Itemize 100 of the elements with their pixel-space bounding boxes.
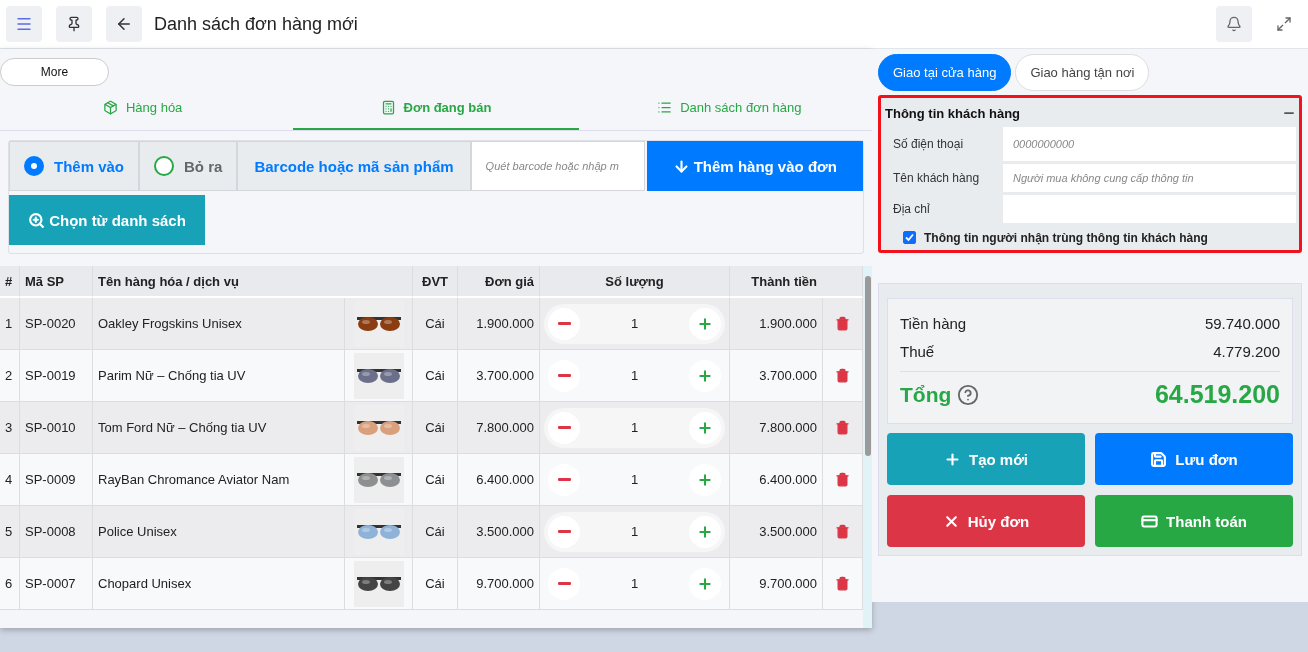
barcode-label: Barcode hoặc mã sản phẩm xyxy=(237,141,471,191)
delete-button[interactable] xyxy=(835,368,850,383)
table-cell: 1.900.000 xyxy=(458,298,540,350)
table-cell: RayBan Chromance Aviator Nam xyxy=(93,454,345,506)
plus-icon xyxy=(697,419,713,436)
column-header: Số lượng xyxy=(540,266,730,298)
tax-value: 4.779.200 xyxy=(1213,342,1280,360)
plus-icon xyxy=(697,523,713,540)
column-header: ĐVT xyxy=(413,266,458,298)
register-icon xyxy=(380,99,396,115)
increase-button[interactable] xyxy=(689,463,721,496)
delete-button[interactable] xyxy=(835,524,850,539)
table-cell: Police Unisex xyxy=(93,506,345,558)
trash-icon xyxy=(835,420,850,435)
table-cell: SP-0009 xyxy=(20,454,93,506)
minus-icon xyxy=(557,530,571,533)
table-cell: Tom Ford Nữ – Chống tia UV xyxy=(93,402,345,454)
quantity-value: 1 xyxy=(630,576,639,591)
menu-button[interactable] xyxy=(6,6,42,42)
table-cell: 5 xyxy=(0,506,20,558)
list-icon xyxy=(657,99,673,115)
delete-button[interactable] xyxy=(835,420,850,435)
table-cell: Cái xyxy=(413,350,458,402)
table-cell: 3.700.000 xyxy=(458,350,540,402)
action-button[interactable]: Tạo mới xyxy=(887,433,1085,485)
fullscreen-icon xyxy=(1276,16,1292,32)
pin-button[interactable] xyxy=(56,6,92,42)
quantity-value: 1 xyxy=(630,316,639,331)
plus-icon xyxy=(944,450,961,468)
table-cell: Chopard Unisex xyxy=(93,558,345,610)
checkbox[interactable] xyxy=(903,231,916,244)
checkbox-label: Thông tin người nhận trùng thông tin khách hàng xyxy=(924,230,1208,245)
decrease-button[interactable] xyxy=(548,515,580,548)
input-field[interactable]: Người mua không cung cấp thông tin xyxy=(1003,164,1296,192)
increase-button[interactable] xyxy=(689,515,721,548)
tax-label: Thuế xyxy=(900,342,935,360)
input-field[interactable]: 0000000000 xyxy=(1003,127,1296,161)
increase-button[interactable] xyxy=(689,567,721,600)
delete-button[interactable] xyxy=(835,472,850,487)
increase-button[interactable] xyxy=(689,359,721,392)
tab[interactable]: Đơn đang bán xyxy=(293,86,579,130)
table-cell: SP-0019 xyxy=(20,350,93,402)
trash-icon xyxy=(835,576,850,591)
action-button[interactable]: Thanh toán xyxy=(1095,495,1293,547)
delete-button[interactable] xyxy=(835,316,850,331)
trash-icon xyxy=(835,368,850,383)
arrow-down-icon xyxy=(672,157,690,175)
save-icon xyxy=(1150,450,1168,468)
minus-icon xyxy=(557,582,571,585)
table-cell: 3.500.000 xyxy=(730,506,823,558)
trash-icon xyxy=(835,472,850,487)
field-label: Địa chỉ xyxy=(892,202,931,216)
column-header: # xyxy=(0,266,20,298)
more-button[interactable]: More xyxy=(0,58,109,86)
decrease-button[interactable] xyxy=(548,463,580,496)
plus-icon xyxy=(697,575,713,592)
increase-button[interactable] xyxy=(689,307,721,340)
page-title: Danh sách đơn hàng mới xyxy=(154,13,359,35)
zoom-in-icon xyxy=(28,211,46,229)
scrollbar-thumb[interactable] xyxy=(864,276,871,456)
column-header: Mã SP xyxy=(20,266,93,298)
table-cell: 3.700.000 xyxy=(730,350,823,402)
total-value: 64.519.200 xyxy=(1154,380,1280,409)
action-button[interactable]: Hủy đơn xyxy=(887,495,1085,547)
add-item-button[interactable]: Thêm hàng vào đơn xyxy=(646,141,863,191)
table-cell: 6.400.000 xyxy=(458,454,540,506)
decrease-button[interactable] xyxy=(548,567,580,600)
table-cell: 1.900.000 xyxy=(730,298,823,350)
quantity-value: 1 xyxy=(630,368,639,383)
table-cell: SP-0020 xyxy=(20,298,93,350)
menu-icon xyxy=(15,15,33,33)
trash-icon xyxy=(835,316,850,331)
decrease-button[interactable] xyxy=(548,411,580,444)
tab[interactable]: Danh sách đơn hàng xyxy=(586,86,872,130)
choose-from-list-button[interactable]: Chọn từ danh sách xyxy=(9,195,205,245)
barcode-field[interactable]: Quét barcode hoặc nhập m xyxy=(470,141,645,191)
table-cell: 6.400.000 xyxy=(730,454,823,506)
radio-option[interactable]: Bỏ ra xyxy=(139,141,238,191)
delivery-tab[interactable]: Giao hàng tận nơi xyxy=(1015,54,1150,91)
radio-option[interactable]: Thêm vào xyxy=(9,141,140,191)
plus-icon xyxy=(697,471,713,488)
minus-icon xyxy=(557,478,571,481)
decrease-button[interactable] xyxy=(548,359,580,392)
minus-icon xyxy=(557,426,571,429)
action-button[interactable]: Lưu đơn xyxy=(1095,433,1293,485)
column-header: Thành tiền xyxy=(730,266,863,298)
increase-button[interactable] xyxy=(689,411,721,444)
table-cell: Cái xyxy=(413,558,458,610)
quantity-value: 1 xyxy=(630,524,639,539)
help-icon[interactable] xyxy=(957,383,980,406)
decrease-button[interactable] xyxy=(548,307,580,340)
subtotal-label: Tiền hàng xyxy=(900,314,967,332)
notification-button[interactable] xyxy=(1216,6,1252,42)
tab[interactable]: Hàng hóa xyxy=(0,86,286,130)
delivery-tab[interactable]: Giao tại cửa hàng xyxy=(878,54,1012,91)
subtotal-value: 59.740.000 xyxy=(1204,314,1280,332)
pin-icon xyxy=(66,16,82,32)
back-button[interactable] xyxy=(106,6,142,42)
delete-button[interactable] xyxy=(835,576,850,591)
quantity-value: 1 xyxy=(630,420,639,435)
